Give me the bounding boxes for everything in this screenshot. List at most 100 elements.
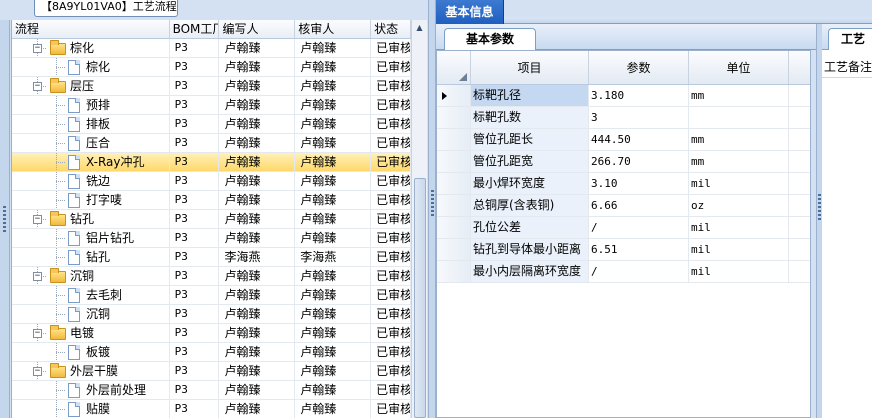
param-value-cell[interactable]: / [589, 261, 689, 282]
collapse-toggle-icon[interactable]: − [33, 44, 42, 53]
select-all-corner[interactable] [437, 51, 471, 84]
tab-process[interactable]: 工艺 [828, 28, 872, 50]
tree-node-label[interactable]: 电镀 [70, 324, 94, 342]
column-header-unit[interactable]: 单位 [689, 51, 789, 84]
param-row[interactable]: 管位孔距长 444.50 mm [437, 129, 810, 151]
table-row[interactable]: − 电镀 P3 卢翰臻 卢翰臻 已审核 [12, 324, 411, 343]
param-row[interactable]: 最小焊环宽度 3.10 mil [437, 173, 810, 195]
tree-node-label[interactable]: 压合 [86, 134, 110, 152]
column-header-status[interactable]: 状态 [371, 20, 411, 38]
param-value-cell[interactable]: 3.10 [589, 173, 689, 194]
param-row[interactable]: 管位孔距宽 266.70 mm [437, 151, 810, 173]
param-unit-cell[interactable]: mil [689, 261, 789, 282]
tree-node-label[interactable]: 排板 [86, 115, 110, 133]
param-value-cell[interactable]: 6.66 [589, 195, 689, 216]
tree-scroll-thumb[interactable] [414, 178, 426, 418]
tree-scrollbar[interactable]: ▲ [411, 20, 427, 418]
table-row[interactable]: 排板 P3 卢翰臻 卢翰臻 已审核 [12, 115, 411, 134]
param-value-cell[interactable]: 444.50 [589, 129, 689, 150]
param-row[interactable]: 钻孔到导体最小距离 6.51 mil [437, 239, 810, 261]
param-value-cell[interactable]: 3 [589, 107, 689, 128]
param-unit-cell[interactable]: mil [689, 239, 789, 260]
param-unit-cell[interactable] [689, 107, 789, 128]
param-value-cell[interactable]: / [589, 217, 689, 238]
table-row[interactable]: 压合 P3 卢翰臻 卢翰臻 已审核 [12, 134, 411, 153]
tree-node-label[interactable]: 沉铜 [70, 267, 94, 285]
column-header-value[interactable]: 参数 [589, 51, 689, 84]
tree-node-label[interactable]: 棕化 [70, 39, 94, 57]
param-row[interactable]: 最小内层隔离环宽度 / mil [437, 261, 810, 283]
table-row[interactable]: − 外层干膜 P3 卢翰臻 卢翰臻 已审核 [12, 362, 411, 381]
param-value-cell[interactable]: 3.180 [589, 85, 689, 106]
table-row[interactable]: 铣边 P3 卢翰臻 卢翰臻 已审核 [12, 172, 411, 191]
tree-node-label[interactable]: 铝片钻孔 [86, 229, 134, 247]
table-row[interactable]: 沉铜 P3 卢翰臻 卢翰臻 已审核 [12, 305, 411, 324]
collapse-toggle-icon[interactable]: − [33, 82, 42, 91]
row-header[interactable] [437, 195, 471, 216]
column-header-bom[interactable]: BOM工厂 [170, 20, 220, 38]
collapse-toggle-icon[interactable]: − [33, 272, 42, 281]
table-row[interactable]: − 钻孔 P3 卢翰臻 卢翰臻 已审核 [12, 210, 411, 229]
column-header-flow[interactable]: 流程 [12, 20, 170, 38]
tree-node-label[interactable]: 钻孔 [86, 248, 110, 266]
collapse-toggle-icon[interactable]: − [33, 215, 42, 224]
scroll-up-icon[interactable]: ▲ [412, 20, 427, 35]
tree-node-label[interactable]: X-Ray冲孔 [86, 153, 144, 171]
table-row[interactable]: 预排 P3 卢翰臻 卢翰臻 已审核 [12, 96, 411, 115]
table-row[interactable]: 贴膜 P3 卢翰臻 卢翰臻 已审核 [12, 400, 411, 418]
tree-node-label[interactable]: 打字唛 [86, 191, 122, 209]
column-header-writer[interactable]: 编写人 [219, 20, 296, 38]
param-unit-cell[interactable]: mm [689, 151, 789, 172]
column-header-item[interactable]: 项目 [471, 51, 589, 84]
param-value-cell[interactable]: 266.70 [589, 151, 689, 172]
table-row[interactable]: 去毛刺 P3 卢翰臻 卢翰臻 已审核 [12, 286, 411, 305]
tab-basic-info[interactable]: 基本信息 [436, 0, 504, 24]
table-row[interactable]: − 棕化 P3 卢翰臻 卢翰臻 已审核 [12, 39, 411, 58]
param-row[interactable]: 标靶孔径 3.180 mm [437, 85, 810, 107]
tree-node-label[interactable]: 去毛刺 [86, 286, 122, 304]
row-header[interactable] [437, 173, 471, 194]
row-header[interactable] [437, 217, 471, 238]
table-row[interactable]: 外层前处理 P3 卢翰臻 卢翰臻 已审核 [12, 381, 411, 400]
table-row[interactable]: 板镀 P3 卢翰臻 卢翰臻 已审核 [12, 343, 411, 362]
param-unit-cell[interactable]: mil [689, 217, 789, 238]
row-header[interactable] [437, 261, 471, 282]
tree-node-label[interactable]: 预排 [86, 96, 110, 114]
row-header[interactable] [437, 107, 471, 128]
left-splitter[interactable] [0, 20, 10, 418]
table-row[interactable]: − 沉铜 P3 卢翰臻 卢翰臻 已审核 [12, 267, 411, 286]
param-unit-cell[interactable]: mm [689, 85, 789, 106]
tab-basic-params[interactable]: 基本参数 [444, 28, 536, 50]
tree-node-label[interactable]: 钻孔 [70, 210, 94, 228]
middle-splitter[interactable] [428, 0, 436, 418]
param-row[interactable]: 总铜厚(含表铜) 6.66 oz [437, 195, 810, 217]
tree-node-label[interactable]: 贴膜 [86, 400, 110, 418]
table-row[interactable]: 棕化 P3 卢翰臻 卢翰臻 已审核 [12, 58, 411, 77]
row-header[interactable] [437, 239, 471, 260]
param-unit-cell[interactable]: mil [689, 173, 789, 194]
tree-node-label[interactable]: 棕化 [86, 58, 110, 76]
tree-node-label[interactable]: 沉铜 [86, 305, 110, 323]
tree-node-label[interactable]: 外层前处理 [86, 381, 146, 399]
param-unit-cell[interactable]: mm [689, 129, 789, 150]
table-row[interactable]: 打字唛 P3 卢翰臻 卢翰臻 已审核 [12, 191, 411, 210]
tree-node-label[interactable]: 外层干膜 [70, 362, 118, 380]
row-header[interactable] [437, 151, 471, 172]
collapse-toggle-icon[interactable]: − [33, 367, 42, 376]
param-row[interactable]: 孔位公差 / mil [437, 217, 810, 239]
table-row[interactable]: − 层压 P3 卢翰臻 卢翰臻 已审核 [12, 77, 411, 96]
param-row[interactable]: 标靶孔数 3 [437, 107, 810, 129]
table-row[interactable]: 钻孔 P3 李海燕 李海燕 已审核 [12, 248, 411, 267]
tree-node-label[interactable]: 板镀 [86, 343, 110, 361]
table-row[interactable]: 铝片钻孔 P3 卢翰臻 卢翰臻 已审核 [12, 229, 411, 248]
row-header[interactable] [437, 85, 471, 106]
tree-node-label[interactable]: 铣边 [86, 172, 110, 190]
collapse-toggle-icon[interactable]: − [33, 329, 42, 338]
tree-node-label[interactable]: 层压 [70, 77, 94, 95]
process-flow-tab[interactable]: 【8A9YL01VA0】工艺流程 [34, 0, 178, 17]
column-header-checker[interactable]: 核审人 [295, 20, 372, 38]
row-header[interactable] [437, 129, 471, 150]
param-unit-cell[interactable]: oz [689, 195, 789, 216]
param-value-cell[interactable]: 6.51 [589, 239, 689, 260]
table-row[interactable]: X-Ray冲孔 P3 卢翰臻 卢翰臻 已审核 [12, 153, 411, 172]
